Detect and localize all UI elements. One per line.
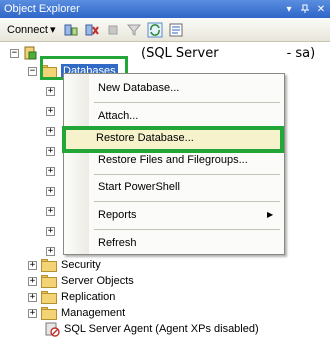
menu-item-restore-database[interactable]: Restore Database... [62,126,284,153]
tree-node-label: Management [61,307,126,319]
collapse-icon[interactable]: − [10,48,19,58]
connect-button[interactable]: Connect ▾ [4,23,59,37]
expand-icon[interactable]: + [46,106,55,116]
tree-node-database-child[interactable]: + [46,142,55,160]
window-position-dropdown-icon[interactable]: ▾ [282,2,296,16]
disconnect-icon[interactable] [83,21,101,39]
menu-gutter [64,74,89,254]
expand-icon[interactable]: + [28,292,37,302]
folder-icon [41,306,57,320]
expand-icon[interactable]: + [46,246,55,256]
collapse-icon[interactable]: − [28,66,37,76]
tree-node-label: Replication [61,291,116,303]
menu-item-restore-files-filegroups[interactable]: Restore Files and Filegroups... [98,154,248,166]
menu-item-refresh[interactable]: Refresh [98,237,137,249]
expand-icon[interactable]: + [46,226,55,236]
expand-icon[interactable]: + [46,126,55,136]
folder-icon [41,274,57,288]
close-icon[interactable]: ✕ [314,2,328,16]
auto-hide-pin-icon[interactable] [298,2,312,16]
expand-icon[interactable]: + [46,186,55,196]
server-name: (SQL Server [141,45,219,61]
tree-node-label: Security [61,259,101,271]
window-title: Object Explorer [4,3,80,15]
object-explorer-titlebar: Object Explorer ▾ ✕ [0,0,330,18]
tree-node-database-child[interactable]: + [46,102,55,120]
menu-separator [94,229,280,230]
menu-item-reports[interactable]: Reports [98,209,137,221]
menu-separator [94,201,280,202]
chevron-down-icon: ▾ [49,24,56,36]
refresh-icon[interactable] [146,21,164,39]
sql-agent-icon [44,321,60,337]
tree-node-database-child[interactable]: + [46,202,55,220]
tree-node-sql-server-agent[interactable]: SQL Server Agent (Agent XPs disabled) [40,320,259,338]
tree-node-database-child[interactable]: + [46,122,55,140]
expand-icon[interactable]: + [28,308,37,318]
folder-icon [41,290,57,304]
menu-item-new-database[interactable]: New Database... [98,82,179,94]
connect-object-explorer-icon[interactable] [62,21,80,39]
expand-icon[interactable]: + [46,166,55,176]
tree-node-database-child[interactable]: + [46,182,55,200]
summary-icon[interactable] [167,21,185,39]
object-explorer-toolbar: Connect ▾ [0,18,330,42]
menu-separator [94,174,280,175]
connect-label: Connect [7,23,48,36]
tree-node-database-child[interactable]: + [46,222,55,240]
menu-separator [94,102,280,103]
server-icon [23,46,37,60]
menu-item-label: Restore Database... [96,132,194,144]
server-user: - sa) [286,45,316,61]
filter-icon[interactable] [125,21,143,39]
stop-icon[interactable] [104,21,122,39]
expand-icon[interactable]: + [46,206,55,216]
tree-node-database-child[interactable]: + [46,162,55,180]
folder-icon [41,258,57,272]
tree-node-label: Server Objects [61,275,134,287]
expand-icon[interactable]: + [46,86,55,96]
menu-item-attach[interactable]: Attach... [98,110,138,122]
expand-icon[interactable]: + [28,276,37,286]
context-menu: New Database... Attach... Restore Files … [63,73,285,255]
tree-node-label: SQL Server Agent (Agent XPs disabled) [64,323,259,335]
expand-icon[interactable]: + [46,146,55,156]
submenu-arrow-icon: ▶ [267,210,274,219]
menu-item-start-powershell[interactable]: Start PowerShell [98,181,180,193]
tree-node-database-child[interactable]: + [46,82,55,100]
expand-icon[interactable]: + [28,260,37,270]
